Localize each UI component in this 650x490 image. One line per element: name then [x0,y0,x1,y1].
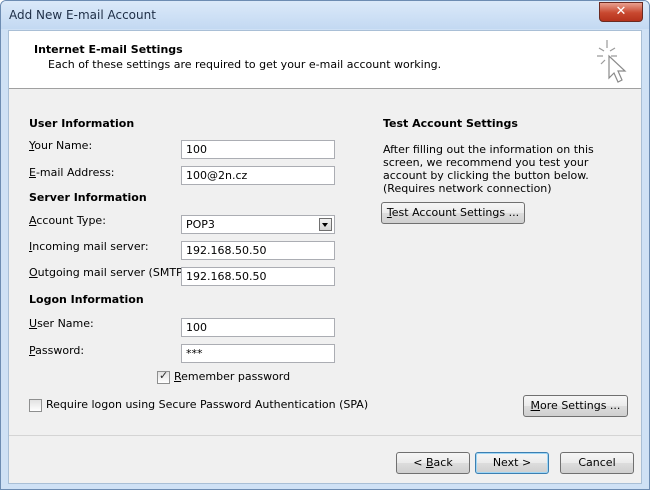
user-info-heading: User Information [29,117,135,130]
outgoing-server-input[interactable]: 192.168.50.50 [181,267,335,286]
server-info-heading: Server Information [29,191,147,204]
account-type-select[interactable]: POP3 [181,215,335,234]
next-button[interactable]: Next > [475,452,549,474]
password-input[interactable]: *** [181,344,335,363]
title-bar[interactable]: Add New E-mail Account ✕ [1,1,649,29]
your-name-label: Your Name: [29,139,93,152]
close-button[interactable]: ✕ [599,2,643,22]
your-name-input[interactable]: 100 [181,140,335,159]
cancel-button[interactable]: Cancel [560,452,634,474]
email-label: E-mail Address: [29,166,115,179]
test-settings-heading: Test Account Settings [383,117,518,130]
footer-divider [9,435,641,436]
header-subtitle: Each of these settings are required to g… [48,58,442,71]
spa-label[interactable]: Require logon using Secure Password Auth… [46,398,368,411]
checkmark-icon: ✓ [159,369,169,382]
password-label: Password: [29,344,85,357]
outgoing-server-label: Outgoing mail server (SMTP): [29,266,191,279]
test-account-settings-button[interactable]: Test Account Settings ... [381,202,525,224]
header-title: Internet E-mail Settings [34,43,183,56]
test-settings-description: After filling out the information on thi… [383,143,594,195]
back-button[interactable]: < Back [396,452,470,474]
chevron-down-icon[interactable] [319,218,332,231]
dialog-content: Internet E-mail Settings Each of these s… [8,30,642,484]
remember-password-label[interactable]: Remember password [174,370,290,383]
window-title: Add New E-mail Account [9,8,156,22]
spa-checkbox[interactable] [29,399,42,412]
wizard-header: Internet E-mail Settings Each of these s… [9,31,641,89]
username-input[interactable]: 100 [181,318,335,337]
more-settings-button[interactable]: More Settings ... [523,395,628,417]
incoming-server-input[interactable]: 192.168.50.50 [181,241,335,260]
close-icon: ✕ [615,4,627,19]
dialog-window: Add New E-mail Account ✕ Internet E-mail… [0,0,650,490]
remember-password-checkbox[interactable]: ✓ [157,369,170,384]
account-type-label: Account Type: [29,214,106,227]
account-type-value: POP3 [186,218,215,231]
incoming-server-label: Incoming mail server: [29,240,149,253]
email-input[interactable]: 100@2n.cz [181,166,335,185]
username-label: User Name: [29,317,94,330]
logon-info-heading: Logon Information [29,293,144,306]
cursor-sparkle-icon [597,40,627,83]
